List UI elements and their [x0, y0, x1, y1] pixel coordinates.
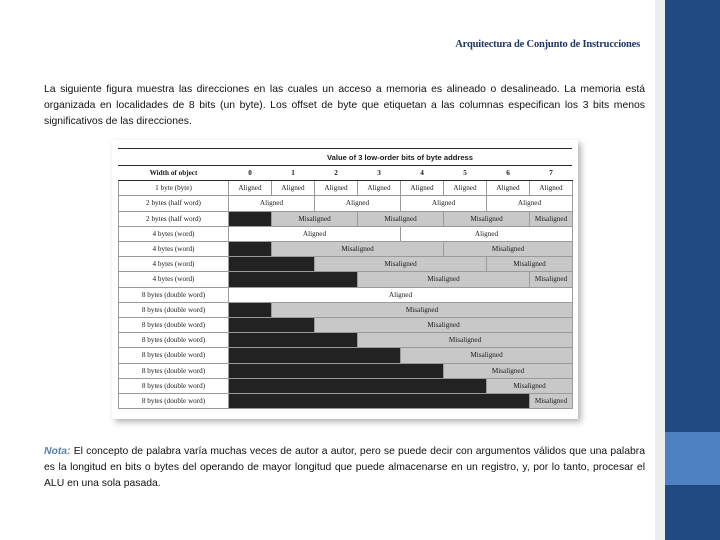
table-row: 8 bytes (double word) Misaligned [118, 377, 573, 395]
cell-aligned: Aligned [400, 195, 487, 212]
table-row: 1 byte (byte) Aligned Aligned Aligned Aligne… [118, 180, 573, 197]
slide-content: Arquitectura de Conjunto de Instruccione… [0, 0, 655, 540]
row-label: 2 bytes (half word) [118, 195, 229, 212]
table-row: 4 bytes (word) Aligned Aligned [118, 225, 573, 243]
row-label: 4 bytes (word) [118, 241, 229, 258]
cell-aligned: Aligned [271, 180, 315, 197]
table-head: Width of object 0 1 2 3 4 5 6 7 [118, 166, 573, 182]
cell-misaligned: Misaligned [529, 210, 573, 227]
table-row: 8 bytes (double word) Misaligned [118, 347, 573, 364]
row-label: 8 bytes (double word) [118, 301, 229, 319]
table-row: 8 bytes (double word) Misaligned [118, 332, 573, 349]
column-header-2: 2 [314, 166, 358, 182]
row-label: 4 bytes (word) [118, 225, 229, 243]
column-header-5: 5 [443, 166, 487, 182]
row-label: 8 bytes (double word) [118, 377, 229, 395]
column-header-1: 1 [271, 166, 315, 182]
right-rail-accent-block [665, 432, 720, 485]
cell-offset-pad [228, 256, 315, 273]
cell-aligned: Aligned [357, 180, 401, 197]
cell-aligned: Aligned [443, 180, 487, 197]
figure-super-header: Value of 3 low-order bits of byte addres… [118, 149, 572, 166]
cell-offset-pad [228, 241, 272, 258]
cell-misaligned: Misaligned [271, 241, 444, 258]
cell-misaligned: Misaligned [529, 271, 573, 288]
table-row: 8 bytes (double word) Misaligned [118, 317, 573, 334]
cell-misaligned: Misaligned [486, 377, 573, 395]
row-label: 8 bytes (double word) [118, 362, 229, 379]
cell-aligned: Aligned [228, 195, 315, 212]
table-row: 4 bytes (word) Misaligned Misaligned [118, 271, 573, 288]
table-row: 8 bytes (double word) Misaligned [118, 362, 573, 379]
cell-misaligned: Misaligned [357, 210, 444, 227]
column-header-7: 7 [529, 166, 573, 182]
cell-aligned: Aligned [228, 286, 573, 303]
table-row: 8 bytes (double word) Aligned [118, 286, 573, 303]
cell-misaligned: Misaligned [443, 362, 573, 379]
row-label: 1 byte (byte) [118, 180, 229, 197]
column-header-width-of-object: Width of object [118, 166, 229, 182]
cell-offset-pad [228, 393, 530, 410]
right-rail-gap [655, 0, 665, 540]
page-title: Arquitectura de Conjunto de Instruccione… [455, 39, 640, 50]
cell-misaligned: Misaligned [357, 332, 573, 349]
column-header-6: 6 [486, 166, 530, 182]
cell-offset-pad [228, 317, 315, 334]
note-lead-label: Nota: [44, 446, 71, 457]
intro-paragraph: La siguiente figura muestra las direccio… [44, 84, 645, 128]
cell-aligned: Aligned [486, 180, 530, 197]
cell-misaligned: Misaligned [271, 301, 573, 319]
note-paragraph: Nota: El concepto de palabra varía mucha… [44, 444, 645, 493]
row-label: 8 bytes (double word) [118, 347, 229, 364]
cell-offset-pad [228, 210, 272, 227]
cell-offset-pad [228, 332, 358, 349]
figure-inner: Value of 3 low-order bits of byte addres… [112, 148, 578, 427]
cell-aligned: Aligned [400, 225, 573, 243]
cell-aligned: Aligned [228, 180, 272, 197]
row-label: 2 bytes (half word) [118, 210, 229, 227]
cell-aligned: Aligned [400, 180, 444, 197]
table-row: 2 bytes (half word) Aligned Aligned Aligned… [118, 195, 573, 212]
row-label: 8 bytes (double word) [118, 332, 229, 349]
figure-header-band: Value of 3 low-order bits of byte addres… [118, 148, 572, 166]
alignment-table: Width of object 0 1 2 3 4 5 6 7 1 byte (… [118, 166, 573, 410]
table-row: 8 bytes (double word) Misaligned [118, 301, 573, 319]
cell-misaligned: Misaligned [357, 271, 530, 288]
note-body-text: El concepto de palabra varía muchas vece… [44, 446, 645, 490]
column-header-4: 4 [400, 166, 444, 182]
cell-offset-pad [228, 301, 272, 319]
cell-misaligned: Misaligned [443, 210, 530, 227]
cell-misaligned: Misaligned [314, 256, 487, 273]
cell-misaligned: Misaligned [486, 256, 573, 273]
right-rail [665, 0, 720, 540]
cell-aligned: Aligned [529, 180, 573, 197]
column-header-0: 0 [228, 166, 272, 182]
row-label: 4 bytes (word) [118, 271, 229, 288]
column-header-3: 3 [357, 166, 401, 182]
row-label: 8 bytes (double word) [118, 393, 229, 410]
table-row: 8 bytes (double word) Misaligned [118, 393, 573, 410]
cell-aligned: Aligned [314, 195, 401, 212]
row-label: 8 bytes (double word) [118, 286, 229, 303]
table-row: 4 bytes (word) Misaligned Misaligned [118, 241, 573, 258]
cell-aligned: Aligned [314, 180, 358, 197]
table-row: 4 bytes (word) Misaligned Misaligned [118, 256, 573, 273]
table-body: 1 byte (byte) Aligned Aligned Aligned Aligne… [118, 180, 573, 410]
cell-misaligned: Misaligned [529, 393, 573, 410]
cell-offset-pad [228, 362, 444, 379]
cell-aligned: Aligned [486, 195, 573, 212]
cell-offset-pad [228, 347, 401, 364]
cell-misaligned: Misaligned [271, 210, 358, 227]
table-header-row: Width of object 0 1 2 3 4 5 6 7 [118, 166, 573, 182]
table-row: 2 bytes (half word) Misaligned Misaligned M… [118, 210, 573, 227]
row-label: 4 bytes (word) [118, 256, 229, 273]
cell-misaligned: Misaligned [443, 241, 573, 258]
cell-offset-pad [228, 377, 487, 395]
alignment-figure: Value of 3 low-order bits of byte addres… [112, 140, 578, 419]
cell-aligned: Aligned [228, 225, 401, 243]
cell-misaligned: Misaligned [400, 347, 573, 364]
cell-misaligned: Misaligned [314, 317, 573, 334]
row-label: 8 bytes (double word) [118, 317, 229, 334]
cell-offset-pad [228, 271, 358, 288]
